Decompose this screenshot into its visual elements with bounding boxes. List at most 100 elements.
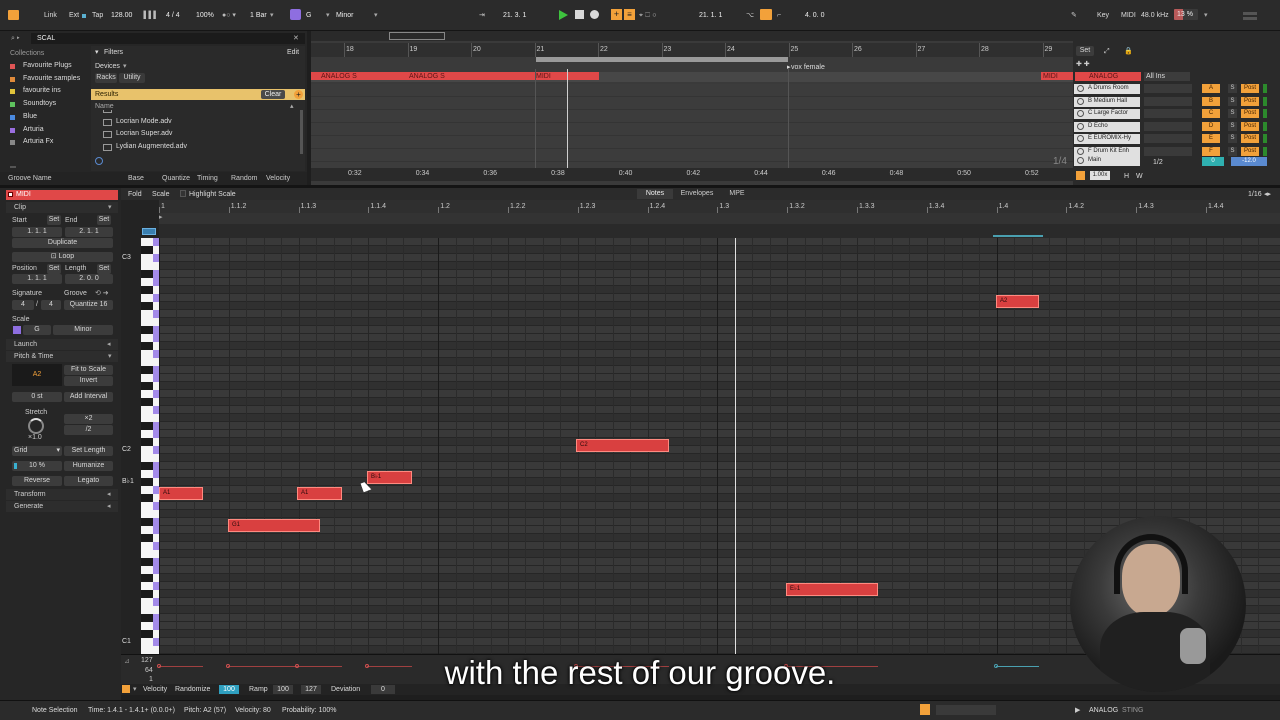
time-ruler[interactable]: 0:32 0:34 0:36 0:38 0:40 0:42 0:44 0:46 0:48 0:50… — [311, 168, 1073, 181]
lock-icon[interactable]: 🔒 — [1124, 47, 1133, 56]
collection-item[interactable]: Favourite Plugs — [10, 62, 90, 72]
pitch-chevron-icon[interactable]: ▾ — [108, 352, 112, 361]
signature-numerator[interactable]: 4 — [12, 300, 34, 310]
result-item[interactable]: Locrian Mode.adv — [103, 118, 293, 128]
note-a1-first[interactable]: A1 — [159, 487, 203, 500]
grid-select[interactable]: Grid ▾ — [12, 446, 62, 456]
tab-mpe[interactable]: MPE — [723, 189, 751, 199]
loop-toggle-icon[interactable] — [760, 9, 772, 20]
key-scale-select[interactable]: Minor — [336, 11, 354, 20]
song-position-field[interactable]: 21. 3. 1 — [503, 11, 526, 20]
return-send-letter[interactable]: D — [1202, 121, 1220, 131]
locator-label[interactable]: vox female — [791, 63, 825, 72]
tab-envelopes[interactable]: Envelopes — [676, 189, 718, 199]
start-set-button[interactable]: Set — [47, 215, 61, 225]
fold-button[interactable]: Fold — [128, 190, 142, 199]
clip-section-header[interactable]: Clip — [6, 202, 118, 213]
stretch-x2-button[interactable]: ×2 — [64, 414, 113, 424]
draw-mode-icon[interactable]: ✎ — [1071, 11, 1077, 20]
collection-item[interactable]: Blue — [10, 113, 90, 123]
metronome-icon[interactable]: ●○ ▾ — [222, 11, 236, 20]
post-button[interactable]: Post — [1241, 84, 1259, 93]
speed-badge[interactable]: 1.00x — [1090, 171, 1110, 180]
return-send-letter[interactable]: A — [1202, 84, 1220, 93]
transform-chevron-icon[interactable]: ◂ — [107, 490, 111, 499]
start-field[interactable]: 1. 1. 1 — [12, 227, 62, 237]
record-icon[interactable] — [590, 10, 599, 19]
invert-button[interactable]: Invert — [64, 376, 113, 386]
return-track[interactable]: A Drums Room — [1074, 84, 1140, 94]
return-send-letter[interactable]: E — [1202, 134, 1220, 144]
track-activator-icon[interactable] — [1077, 97, 1084, 105]
link-button[interactable]: Link — [44, 11, 57, 20]
arrangement-clip-2[interactable]: MIDI — [1041, 72, 1073, 80]
filters-chevron-icon[interactable]: ▾ — [95, 48, 99, 57]
browser-search-box[interactable]: ⌕ ▸ SCAL ✕ — [11, 33, 305, 44]
zoom-field[interactable]: 100% — [196, 11, 214, 20]
highlight-scale-checkbox[interactable] — [180, 190, 186, 197]
preview-icon[interactable] — [95, 157, 103, 165]
section-chevron-icon[interactable]: ▾ — [108, 203, 112, 212]
collection-item[interactable]: Arturia Fx — [10, 138, 90, 148]
solo-button[interactable]: S — [1228, 121, 1237, 131]
generate-section-header[interactable]: Generate — [6, 501, 118, 512]
note-c2[interactable]: C2 — [576, 439, 669, 452]
utility-filter-button[interactable]: Utility — [119, 73, 145, 83]
live-logo-icon[interactable] — [8, 10, 19, 20]
return-volume-field[interactable] — [1144, 134, 1192, 144]
result-item[interactable]: Locrian Super.adv — [103, 130, 293, 140]
filters-heading[interactable]: Filters — [104, 48, 123, 57]
grid-amount-slider[interactable]: 10 % — [12, 461, 62, 471]
position-field[interactable]: 1. 1. 1 — [12, 274, 62, 284]
return-track[interactable]: E EUROMIX-Hy — [1074, 134, 1140, 145]
analog-track-header[interactable]: ANALOG — [1075, 72, 1141, 81]
overdub-icon[interactable]: + — [611, 9, 622, 20]
sidebar-resize-handle[interactable] — [10, 166, 16, 168]
pitch-display[interactable]: A2 — [12, 364, 62, 386]
main-volume-box[interactable]: -12.0 — [1231, 157, 1267, 166]
time-signature-field[interactable]: 4 / 4 — [166, 11, 180, 20]
editor-beat-ruler[interactable]: 1 1.1.2 1.1.3 1.1.4 1.2 1.2.2 1.2.3 1.2.4 1.3 1.3… — [159, 200, 1280, 213]
status-orange-icon[interactable] — [920, 704, 930, 715]
collection-item[interactable]: Soundtoys — [10, 100, 90, 110]
result-item[interactable]: Lombian — [103, 110, 293, 115]
clip-activator-icon[interactable] — [8, 192, 13, 197]
return-track[interactable]: C Large Factor — [1074, 109, 1140, 120]
stop-icon[interactable] — [575, 10, 584, 19]
capture-icon[interactable]: ⌖ ⬚ ○ — [639, 11, 656, 20]
solo-button[interactable]: S — [1228, 84, 1237, 93]
result-item[interactable]: Lydian Augmented.adv — [103, 143, 293, 153]
reverse-button[interactable]: Reverse — [12, 476, 62, 486]
h-toggle[interactable]: H — [1124, 172, 1129, 181]
end-field[interactable]: 2. 1. 1 — [65, 227, 113, 237]
loop-brace[interactable] — [536, 57, 788, 62]
stretch-div2-button[interactable]: /2 — [64, 425, 113, 435]
solo-button[interactable]: S — [1228, 147, 1237, 156]
note-g1[interactable]: G1 — [228, 519, 320, 532]
position-set-button[interactable]: Set — [47, 264, 61, 274]
main-ratio[interactable]: 1/2 — [1153, 158, 1163, 167]
input-select[interactable]: All Ins — [1144, 72, 1190, 81]
semitone-field[interactable]: 0 st — [12, 392, 62, 402]
return-volume-field[interactable] — [1144, 84, 1192, 93]
return-volume-field[interactable] — [1144, 109, 1192, 119]
post-button[interactable]: Post — [1241, 134, 1259, 144]
scale-name-select[interactable]: Minor — [53, 325, 113, 335]
overview-viewport[interactable] — [389, 32, 445, 40]
note-eb1[interactable]: E♭1 — [786, 583, 878, 596]
orange-toggle-icon[interactable] — [1076, 171, 1085, 180]
return-send-letter[interactable]: C — [1202, 109, 1220, 119]
loop-start-marker-icon[interactable]: ▸ — [159, 213, 163, 222]
key-map-button[interactable]: Key — [1097, 11, 1109, 20]
post-button[interactable]: Post — [1241, 96, 1259, 106]
loop-length-field[interactable]: 4. 0. 0 — [805, 11, 824, 20]
devices-filter[interactable]: Devices — [95, 62, 120, 71]
add-icons[interactable]: ✚ ✚ — [1076, 60, 1090, 69]
transform-section-header[interactable]: Transform — [6, 489, 118, 500]
track-activator-icon[interactable] — [1077, 122, 1084, 130]
track-lane[interactable]: ANALOG S ANALOG S MIDI MIDI — [311, 72, 1073, 82]
note-mode-icon[interactable] — [142, 228, 156, 235]
clear-results-button[interactable]: Clear — [261, 90, 285, 99]
return-send-letter[interactable]: F — [1202, 147, 1220, 156]
scale-mode-toggle-icon[interactable] — [13, 326, 21, 334]
